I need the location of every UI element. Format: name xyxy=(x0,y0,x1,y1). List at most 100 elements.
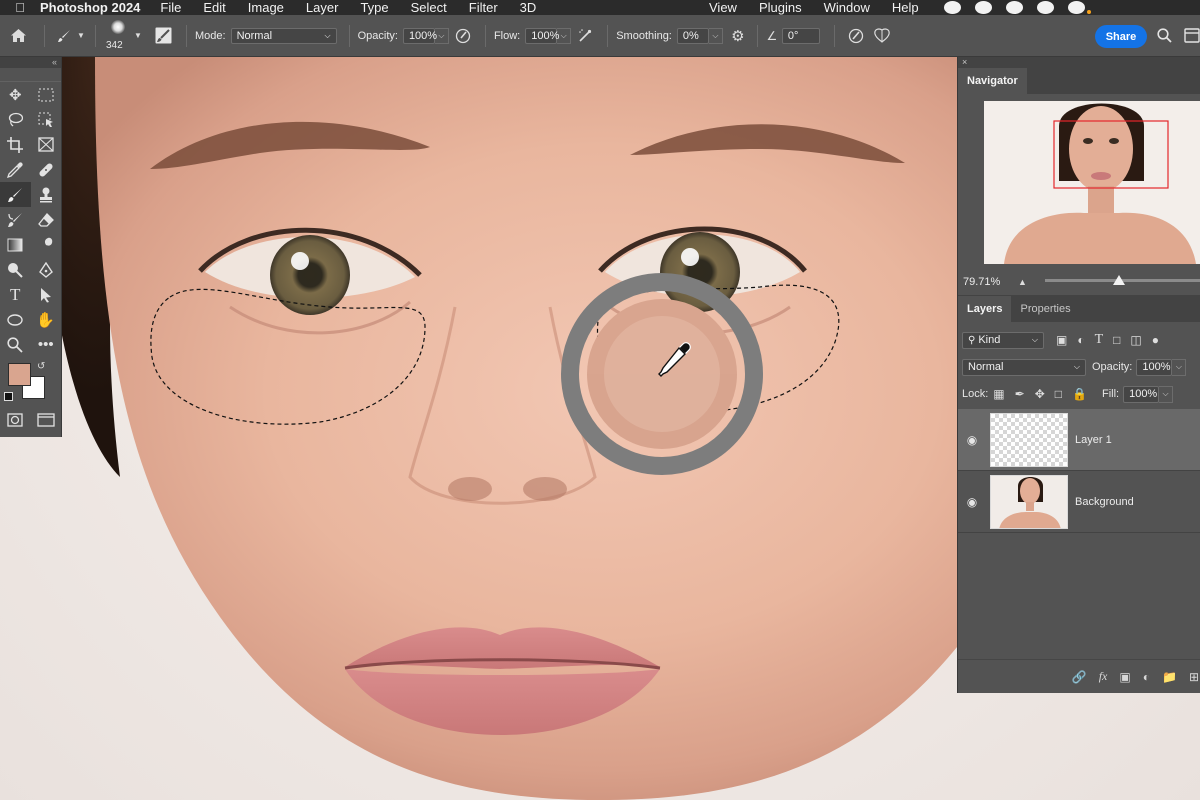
fill-caret[interactable]: ⌵ xyxy=(1159,385,1174,403)
dodge-icon[interactable] xyxy=(0,257,31,282)
more-icon[interactable]: ••• xyxy=(31,332,62,357)
tool-preset-caret[interactable]: ▼ xyxy=(75,31,87,40)
menu-file[interactable]: File xyxy=(160,0,181,15)
brush-icon[interactable] xyxy=(53,29,75,43)
brush-settings-icon[interactable] xyxy=(148,27,178,44)
tab-properties[interactable]: Properties xyxy=(1011,296,1079,322)
menu-filter[interactable]: Filter xyxy=(469,0,498,15)
lock-position-icon[interactable]: ✥ xyxy=(1035,387,1045,401)
apple-icon[interactable]:  xyxy=(0,0,40,15)
layer-name[interactable]: Background xyxy=(1075,496,1134,508)
zoom-icon[interactable] xyxy=(0,332,31,357)
eraser-icon[interactable] xyxy=(31,207,62,232)
search-icon[interactable] xyxy=(1155,28,1173,43)
brush-preset-caret[interactable]: ▼ xyxy=(132,31,144,40)
filter-type-icon[interactable]: T xyxy=(1095,332,1104,348)
gear-icon[interactable]: ⚙ xyxy=(723,27,753,45)
pressure-opacity-icon[interactable] xyxy=(449,28,477,44)
update-icon[interactable] xyxy=(1037,1,1054,14)
default-colors-icon[interactable] xyxy=(4,392,13,401)
brush-preset-picker[interactable]: 342 xyxy=(104,19,132,53)
smoothing-caret[interactable]: ⌵ xyxy=(708,27,723,44)
flow-caret[interactable]: ⌵ xyxy=(557,27,572,44)
creative-cloud-icon[interactable] xyxy=(944,1,961,14)
filter-adjustment-icon[interactable]: ◐ xyxy=(1077,333,1084,347)
type-icon[interactable]: T xyxy=(0,282,31,307)
brush-icon[interactable] xyxy=(0,182,31,207)
tab-navigator[interactable]: Navigator xyxy=(958,68,1027,94)
path-select-icon[interactable] xyxy=(31,282,62,307)
tools-collapse-icon[interactable]: « xyxy=(0,57,61,68)
app-name[interactable]: Photoshop 2024 xyxy=(40,0,140,15)
lock-pixels-icon[interactable]: ✒ xyxy=(1015,387,1025,401)
menu-type[interactable]: Type xyxy=(360,0,388,15)
eyedropper-icon[interactable] xyxy=(0,157,31,182)
gradient-icon[interactable] xyxy=(0,232,31,257)
foreground-color-swatch[interactable] xyxy=(8,363,31,386)
layer-row-background[interactable]: ◉ Background xyxy=(958,471,1200,533)
pen-icon[interactable] xyxy=(31,257,62,282)
link-layers-icon[interactable]: 🔗 xyxy=(1072,670,1087,684)
filter-pixel-icon[interactable]: ▣ xyxy=(1056,333,1067,347)
tools-grip[interactable] xyxy=(0,68,61,82)
mode-dropdown[interactable]: Normal ⌵ xyxy=(230,27,337,44)
menu-help[interactable]: Help xyxy=(892,0,919,15)
new-layer-icon[interactable]: ⊞ xyxy=(1189,670,1199,684)
zoom-out-icon[interactable]: ▲ xyxy=(1018,277,1027,287)
angle-input[interactable]: 0° xyxy=(781,27,820,44)
flow-input[interactable]: 100% xyxy=(525,27,559,44)
lock-all-icon[interactable]: 🔒 xyxy=(1072,387,1087,401)
layer-row-layer-1[interactable]: ◉ Layer 1 xyxy=(958,409,1200,471)
zoom-value[interactable]: 79.71% xyxy=(963,276,1018,288)
lasso-icon[interactable] xyxy=(0,107,31,132)
layer-name[interactable]: Layer 1 xyxy=(1075,434,1112,446)
stamp-icon[interactable] xyxy=(31,182,62,207)
layer-opacity-input[interactable]: 100% xyxy=(1136,358,1173,376)
eye-icon[interactable]: ◉ xyxy=(958,495,986,509)
lock-transparent-icon[interactable]: ▦ xyxy=(993,387,1004,401)
eye-icon[interactable]: ◉ xyxy=(958,433,986,447)
pressure-size-icon[interactable] xyxy=(843,28,869,44)
history-brush-icon[interactable] xyxy=(0,207,31,232)
navigator-preview[interactable] xyxy=(984,101,1200,264)
smudge-icon[interactable] xyxy=(31,232,62,257)
layer-opacity-caret[interactable]: ⌵ xyxy=(1172,358,1187,376)
menu-select[interactable]: Select xyxy=(411,0,447,15)
filter-smart-object-icon[interactable]: ◫ xyxy=(1130,333,1141,347)
lock-artboard-icon[interactable]: □ xyxy=(1055,387,1062,401)
screen-mode-icon[interactable] xyxy=(31,407,62,432)
control-center-icon[interactable] xyxy=(1068,1,1085,14)
share-button[interactable]: Share xyxy=(1095,25,1147,48)
marquee-icon[interactable] xyxy=(31,82,62,107)
filter-shape-icon[interactable]: □ xyxy=(1113,333,1120,347)
frame-icon[interactable] xyxy=(31,132,62,157)
healing-icon[interactable] xyxy=(31,157,62,182)
fill-input[interactable]: 100% xyxy=(1123,385,1160,403)
airbrush-icon[interactable] xyxy=(571,28,599,44)
move-icon[interactable]: ✥ xyxy=(0,82,31,107)
extension-icon[interactable] xyxy=(1006,1,1023,14)
menu-view[interactable]: View xyxy=(709,0,737,15)
new-group-icon[interactable]: 📁 xyxy=(1162,670,1177,684)
crop-icon[interactable] xyxy=(0,132,31,157)
layer-style-icon[interactable]: fx xyxy=(1099,669,1108,684)
adjustment-layer-icon[interactable]: ◐ xyxy=(1143,670,1150,684)
menu-3d[interactable]: 3D xyxy=(520,0,537,15)
close-icon[interactable]: × xyxy=(958,57,1200,68)
menu-window[interactable]: Window xyxy=(824,0,870,15)
menu-plugins[interactable]: Plugins xyxy=(759,0,802,15)
menu-layer[interactable]: Layer xyxy=(306,0,339,15)
menu-edit[interactable]: Edit xyxy=(203,0,225,15)
object-select-icon[interactable] xyxy=(31,107,62,132)
layer-thumbnail[interactable] xyxy=(990,412,1068,467)
hand-icon[interactable]: ✋ xyxy=(31,307,62,332)
home-icon[interactable] xyxy=(0,29,36,42)
layer-filter-dropdown[interactable]: ⚲ Kind ⌵ xyxy=(962,331,1044,349)
smoothing-input[interactable]: 0% xyxy=(676,27,709,44)
opacity-caret[interactable]: ⌵ xyxy=(434,27,449,44)
tab-layers[interactable]: Layers xyxy=(958,296,1012,322)
swap-colors-icon[interactable]: ↺ xyxy=(37,361,45,372)
blend-mode-dropdown[interactable]: Normal ⌵ xyxy=(962,358,1086,376)
menu-image[interactable]: Image xyxy=(248,0,284,15)
symmetry-icon[interactable] xyxy=(869,27,895,44)
